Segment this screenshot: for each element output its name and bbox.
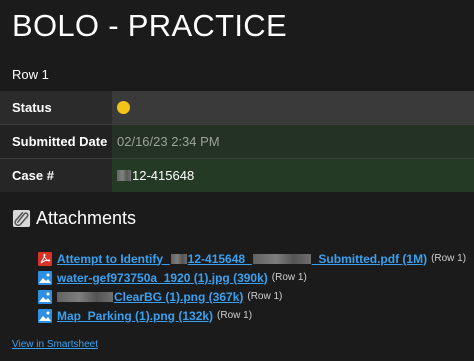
submitted-date-label: Submitted Date — [12, 134, 108, 149]
status-indicator-icon — [117, 101, 130, 114]
attachment-link-text: ClearBG (1).png (367k) — [114, 289, 244, 304]
redacted-text — [170, 254, 187, 265]
case-number-text: 12-415648 — [132, 168, 195, 183]
redacted-text — [57, 292, 113, 303]
attachment-link-text: 12-415648_ — [187, 251, 252, 266]
attachments-heading: Attachments — [12, 208, 136, 229]
page-title: BOLO - PRACTICE — [12, 8, 287, 43]
image-icon — [38, 270, 52, 285]
status-row: Status — [0, 91, 474, 124]
attachment-link[interactable]: Map_Parking (1).png (132k) — [57, 309, 213, 323]
attachment-row-note: (Row 1) — [271, 272, 307, 283]
case-number-row: Case # 12-415648 — [0, 159, 474, 192]
attachment-item: Attempt to Identify_ 12-415648_ _Submitted… — [38, 249, 466, 268]
paperclip-icon — [12, 209, 31, 228]
submitted-date-value: 02/16/23 2:34 PM — [112, 125, 474, 158]
attachment-item: water-gef973750a_1920 (1).jpg (390k) (Ro… — [38, 268, 466, 287]
attachment-link-text: Attempt to Identify_ — [57, 251, 170, 266]
attachment-item: ClearBG (1).png (367k) (Row 1) — [38, 287, 466, 306]
attachment-link[interactable]: water-gef973750a_1920 (1).jpg (390k) — [57, 271, 268, 285]
attachments-heading-text: Attachments — [36, 208, 137, 228]
attachments-list: Attempt to Identify_ 12-415648_ _Submitted… — [38, 249, 466, 325]
redacted-text — [252, 254, 311, 265]
smartsheet-row-page: BOLO - PRACTICE Row 1 Status Submitted D… — [0, 0, 474, 361]
view-in-smartsheet-link[interactable]: View in Smartsheet — [12, 339, 98, 350]
attachment-link-text: _Submitted.pdf (1M) — [311, 251, 428, 266]
attachment-item: Map_Parking (1).png (132k) (Row 1) — [38, 306, 466, 325]
pdf-icon — [38, 251, 52, 266]
submitted-date-row: Submitted Date 02/16/23 2:34 PM — [0, 125, 474, 158]
attachment-row-note: (Row 1) — [247, 291, 283, 302]
attachment-row-note: (Row 1) — [217, 310, 253, 321]
attachment-row-note: (Row 1) — [431, 253, 467, 264]
image-icon — [38, 289, 52, 304]
case-number-label: Case # — [12, 168, 54, 183]
image-icon — [38, 308, 52, 323]
attachment-link[interactable]: Attempt to Identify_ 12-415648_ _Submitted… — [57, 252, 427, 266]
row-label: Row 1 — [12, 67, 49, 82]
status-label: Status — [12, 100, 52, 115]
case-number-value: 12-415648 — [112, 159, 474, 192]
attachment-link[interactable]: ClearBG (1).png (367k) — [57, 290, 243, 304]
redacted-text — [117, 170, 131, 181]
status-value — [112, 91, 474, 124]
